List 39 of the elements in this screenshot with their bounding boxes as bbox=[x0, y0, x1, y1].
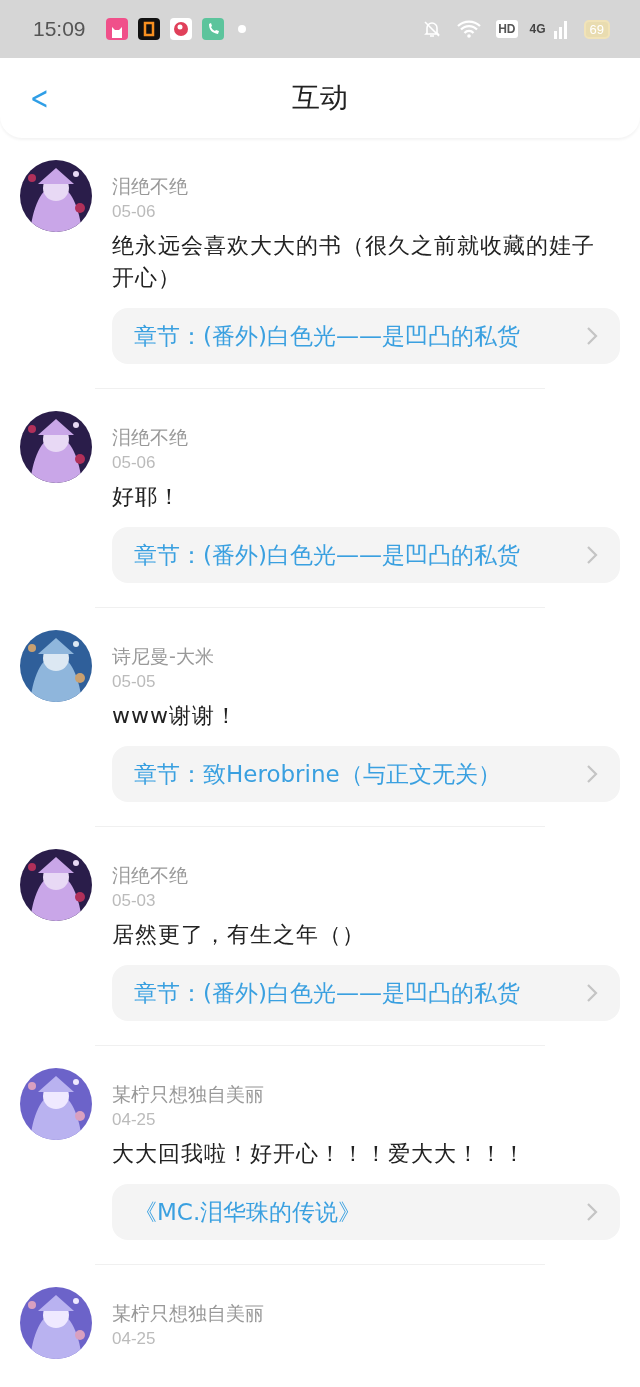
network-label: 4G bbox=[529, 22, 546, 36]
chevron-right-icon bbox=[586, 326, 598, 346]
user-name: 某柠只想独自美丽 bbox=[112, 1082, 264, 1106]
notification-dot-icon bbox=[237, 25, 246, 33]
wifi-icon bbox=[456, 19, 483, 39]
bell-muted-icon bbox=[422, 19, 443, 39]
user-name: 某柠只想独自美丽 bbox=[112, 1301, 264, 1325]
chapter-link[interactable]: 章节：(番外)白色光——是凹凸的私货 bbox=[112, 965, 620, 1021]
comment-text: www谢谢！ bbox=[112, 702, 238, 730]
user-name: 诗尼曼-大米 bbox=[112, 644, 214, 668]
comment-date: 05-05 bbox=[112, 671, 156, 693]
comment-date: 04-25 bbox=[112, 1109, 156, 1131]
comment-date: 04-25 bbox=[112, 1328, 156, 1350]
comment-text: 居然更了，有生之年（） bbox=[112, 921, 365, 949]
back-button[interactable]: < bbox=[25, 82, 53, 114]
chapter-link[interactable]: 章节：(番外)白色光——是凹凸的私货 bbox=[112, 527, 620, 583]
phone-app-icon bbox=[201, 18, 224, 40]
user-name: 泪绝不绝 bbox=[112, 174, 188, 198]
comment-text: 绝永远会喜欢大大的书（很久之前就收藏的娃子开心） bbox=[112, 232, 596, 292]
chapter-link[interactable]: 《MC.泪华珠的传说》 bbox=[112, 1184, 620, 1240]
comment-text: 好耶！ bbox=[112, 483, 181, 511]
chapter-link[interactable]: 章节：(番外)白色光——是凹凸的私货 bbox=[112, 308, 620, 364]
user-name: 泪绝不绝 bbox=[112, 425, 188, 449]
hd-badge: HD bbox=[496, 20, 518, 38]
page-title: 互动 bbox=[292, 80, 348, 116]
signal-icon bbox=[553, 19, 568, 39]
comment-date: 05-06 bbox=[112, 452, 156, 474]
cat-app-icon bbox=[105, 18, 128, 40]
chevron-right-icon bbox=[586, 764, 598, 784]
comment-date: 05-03 bbox=[112, 890, 156, 912]
comment-text: 大大回我啦！好开心！！！爱大大！！！ bbox=[112, 1140, 526, 1168]
chevron-right-icon bbox=[586, 545, 598, 565]
chevron-right-icon bbox=[586, 1202, 598, 1222]
user-name: 泪绝不绝 bbox=[112, 863, 188, 887]
battery-indicator: 69 bbox=[583, 19, 610, 39]
chapter-link[interactable]: 章节：致Herobrine（与正文无关） bbox=[112, 746, 620, 802]
comment-date: 05-06 bbox=[112, 201, 156, 223]
chevron-right-icon bbox=[586, 983, 598, 1003]
clock: 15:09 bbox=[33, 17, 86, 41]
